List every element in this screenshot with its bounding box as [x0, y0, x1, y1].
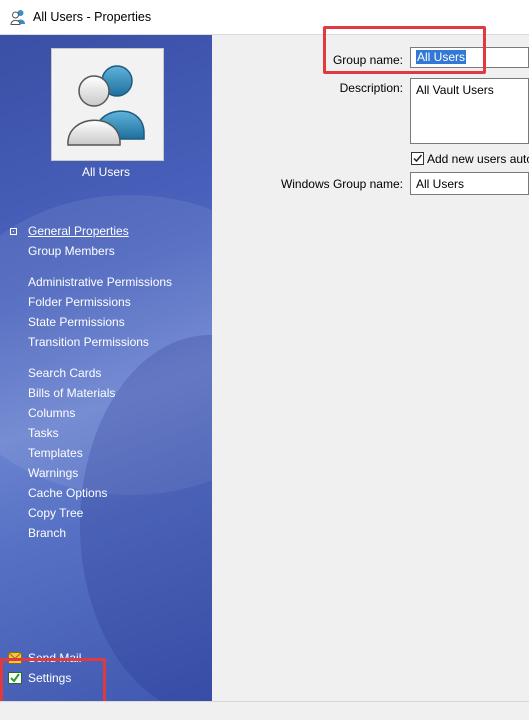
windows-group-label: Windows Group name:: [280, 177, 403, 191]
sidebar: All Users General Properties Group Membe…: [0, 35, 212, 701]
nav-cache-options[interactable]: Cache Options: [28, 483, 115, 503]
nav-branch[interactable]: Branch: [28, 523, 115, 543]
description-value: All Vault Users: [416, 83, 494, 97]
nav-group-members[interactable]: Group Members: [28, 241, 129, 261]
nav-group-permissions: Administrative Permissions Folder Permis…: [28, 272, 172, 352]
properties-panel: Group name: All Users Description: All V…: [212, 35, 529, 701]
nav-tasks[interactable]: Tasks: [28, 423, 115, 443]
add-new-users-checkbox[interactable]: [411, 152, 424, 165]
nav-templates[interactable]: Templates: [28, 443, 115, 463]
add-new-users-label: Add new users auto: [427, 152, 529, 166]
status-bar: [0, 701, 529, 720]
users-group-icon-large: [67, 65, 145, 146]
nav-general-properties[interactable]: General Properties: [28, 221, 129, 241]
windows-group-value: All Users: [416, 177, 465, 191]
nav-search-cards[interactable]: Search Cards: [28, 363, 115, 383]
nav-state-permissions[interactable]: State Permissions: [28, 312, 172, 332]
nav-columns[interactable]: Columns: [28, 403, 115, 423]
windows-group-input[interactable]: All Users: [410, 172, 529, 195]
group-avatar: [51, 48, 164, 161]
description-label: Description:: [339, 81, 403, 95]
nav-bills-of-materials[interactable]: Bills of Materials: [28, 383, 115, 403]
nav-administrative-permissions[interactable]: Administrative Permissions: [28, 272, 172, 292]
description-textarea[interactable]: All Vault Users: [410, 78, 529, 144]
nav-copy-tree[interactable]: Copy Tree: [28, 503, 115, 523]
highlight-group-name: [323, 26, 486, 74]
nav-transition-permissions[interactable]: Transition Permissions: [28, 332, 172, 352]
group-label: All Users: [81, 165, 130, 179]
nav-warnings[interactable]: Warnings: [28, 463, 115, 483]
nav-group-other: Search Cards Bills of Materials Columns …: [28, 363, 115, 543]
active-nav-bullet: [10, 228, 17, 235]
users-group-icon: [10, 10, 25, 25]
checkmark-icon: [413, 154, 423, 163]
nav-folder-permissions[interactable]: Folder Permissions: [28, 292, 172, 312]
nav-group-general: General Properties Group Members: [28, 221, 129, 261]
window-title: All Users - Properties: [33, 10, 152, 24]
